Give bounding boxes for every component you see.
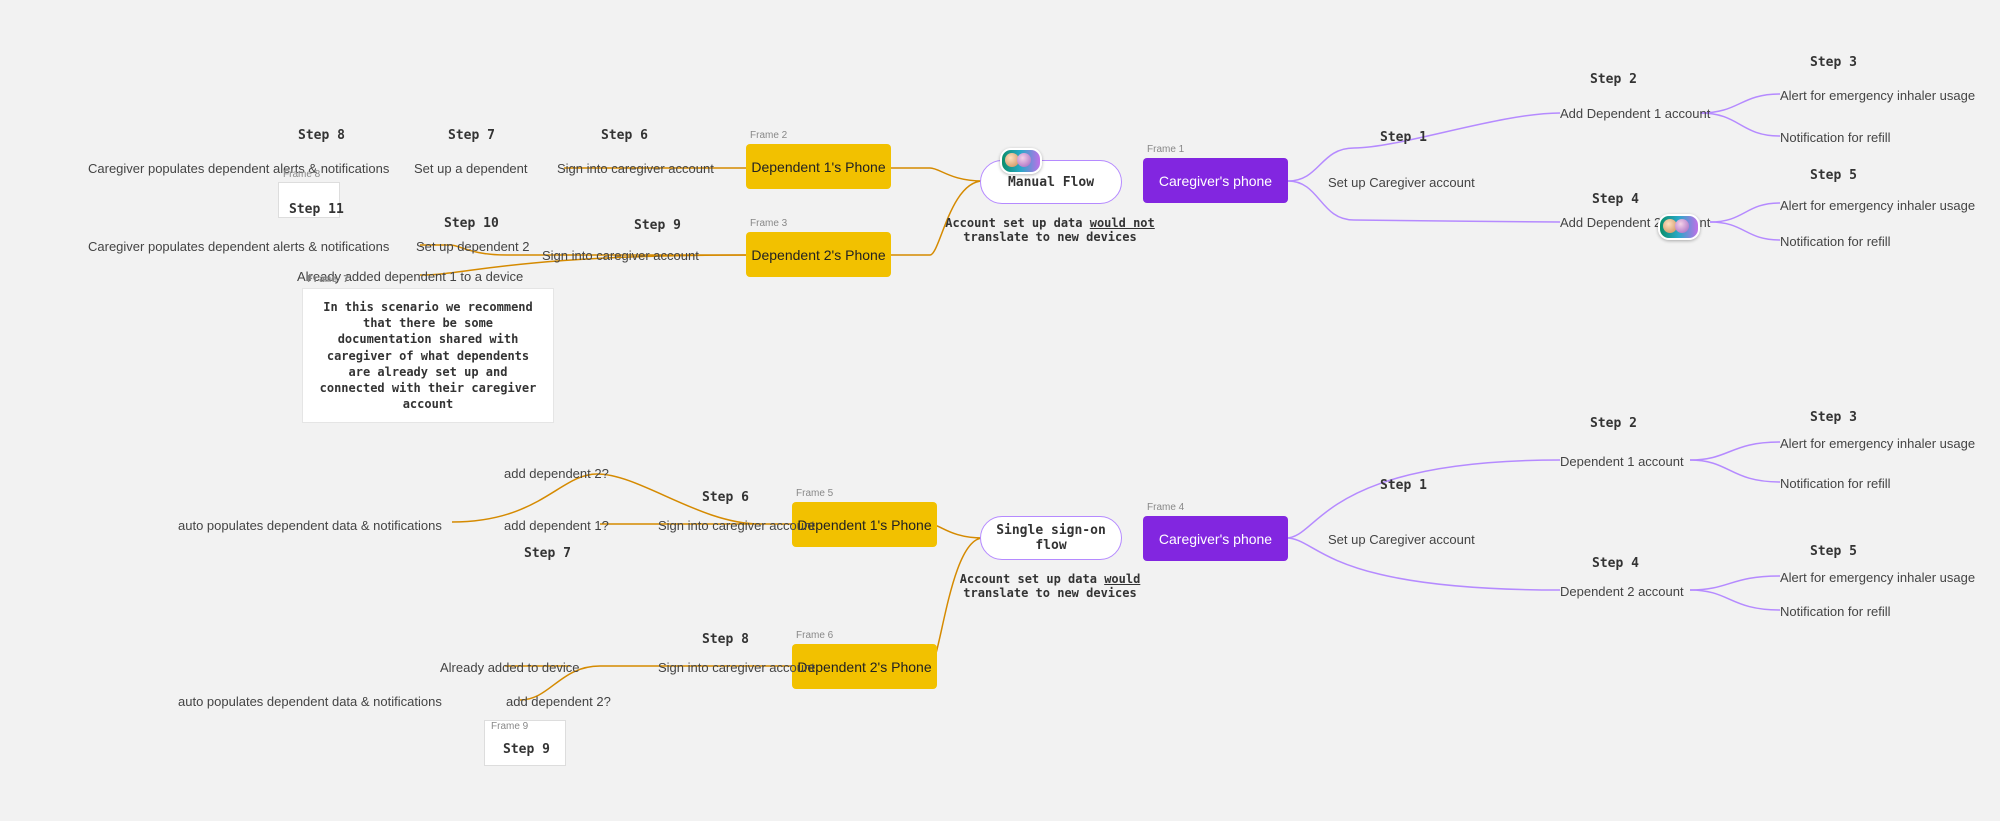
- setup-caregiver-text: Set up Caregiver account: [1328, 175, 1475, 190]
- avatar-cluster-2: [1658, 214, 1700, 240]
- step-8-label-sso: Step 8: [702, 632, 749, 647]
- frame-1-caregiver-phone: Frame 1 Caregiver's phone: [1143, 158, 1288, 203]
- step-9-label: Step 9: [634, 218, 681, 233]
- step-2-label: Step 2: [1590, 72, 1637, 87]
- signin-caregiver-sso1: Sign into caregiver account: [658, 518, 815, 533]
- notify-refill-2: Notification for refill: [1780, 234, 1891, 249]
- alert-emerg-3: Alert for emergency inhaler usage: [1780, 436, 1975, 451]
- add-dep1-text: Add Dependent 1 account: [1560, 106, 1710, 121]
- auto-populates-1: auto populates dependent data & notifica…: [178, 518, 442, 533]
- step-9-label-sso: Step 9: [503, 742, 550, 757]
- dep1-acct-text: Dependent 1 account: [1560, 454, 1684, 469]
- step-3-label: Step 3: [1810, 55, 1857, 70]
- step-6-label: Step 6: [601, 128, 648, 143]
- step-1-label-sso: Step 1: [1380, 478, 1427, 493]
- step-3-label-sso: Step 3: [1810, 410, 1857, 425]
- signin-caregiver-1: Sign into caregiver account: [557, 161, 714, 176]
- alert-emerg-1: Alert for emergency inhaler usage: [1780, 88, 1975, 103]
- setup-caregiver-text-sso: Set up Caregiver account: [1328, 532, 1475, 547]
- step-11-label: Step 11: [289, 202, 344, 217]
- step-4-label-sso: Step 4: [1592, 556, 1639, 571]
- step-5-label-sso: Step 5: [1810, 544, 1857, 559]
- dep2-acct-text: Dependent 2 account: [1560, 584, 1684, 599]
- step-4-label: Step 4: [1592, 192, 1639, 207]
- caregiver-populates-1: Caregiver populates dependent alerts & n…: [88, 161, 389, 176]
- alert-emerg-2: Alert for emergency inhaler usage: [1780, 198, 1975, 213]
- notify-refill-4: Notification for refill: [1780, 604, 1891, 619]
- frame-3-dep2-phone: Frame 3 Dependent 2's Phone: [746, 232, 891, 277]
- step-6-label-sso: Step 6: [702, 490, 749, 505]
- step-5-label: Step 5: [1810, 168, 1857, 183]
- add-dep1-q: add dependent 1?: [504, 518, 609, 533]
- step-7-label-sso: Step 7: [524, 546, 571, 561]
- notify-refill-3: Notification for refill: [1780, 476, 1891, 491]
- flow-caption-manual: Account set up data would not translate …: [930, 216, 1170, 244]
- frame-2-dep1-phone: Frame 2 Dependent 1's Phone: [746, 144, 891, 189]
- set-up-dep2-text: Set up dependent 2: [416, 239, 530, 254]
- step-1-label: Step 1: [1380, 130, 1427, 145]
- auto-populates-2: auto populates dependent data & notifica…: [178, 694, 442, 709]
- notify-refill-1: Notification for refill: [1780, 130, 1891, 145]
- frame-4-caregiver-phone: Frame 4 Caregiver's phone: [1143, 516, 1288, 561]
- frame-7-note: Frame 7 In this scenario we recommend th…: [302, 288, 554, 423]
- step-8-label: Step 8: [298, 128, 345, 143]
- step-7-label: Step 7: [448, 128, 495, 143]
- already-added-device: Already added to device: [440, 660, 579, 675]
- signin-caregiver-2: Sign into caregiver account: [542, 248, 699, 263]
- add-dep2-q: add dependent 2?: [504, 466, 609, 481]
- avatar-cluster-1: [1000, 148, 1042, 174]
- signin-caregiver-sso2: Sign into caregiver account: [658, 660, 815, 675]
- caregiver-populates-2: Caregiver populates dependent alerts & n…: [88, 239, 389, 254]
- flow-caption-sso: Account set up data would translate to n…: [930, 572, 1170, 600]
- add-dep2-q-spaced: add dependent 2?: [506, 694, 611, 709]
- step-10-label: Step 10: [444, 216, 499, 231]
- set-up-dependent-text: Set up a dependent: [414, 161, 528, 176]
- flow-pill-sso: Single sign-on flow: [980, 516, 1122, 560]
- alert-emerg-4: Alert for emergency inhaler usage: [1780, 570, 1975, 585]
- step-2-label-sso: Step 2: [1590, 416, 1637, 431]
